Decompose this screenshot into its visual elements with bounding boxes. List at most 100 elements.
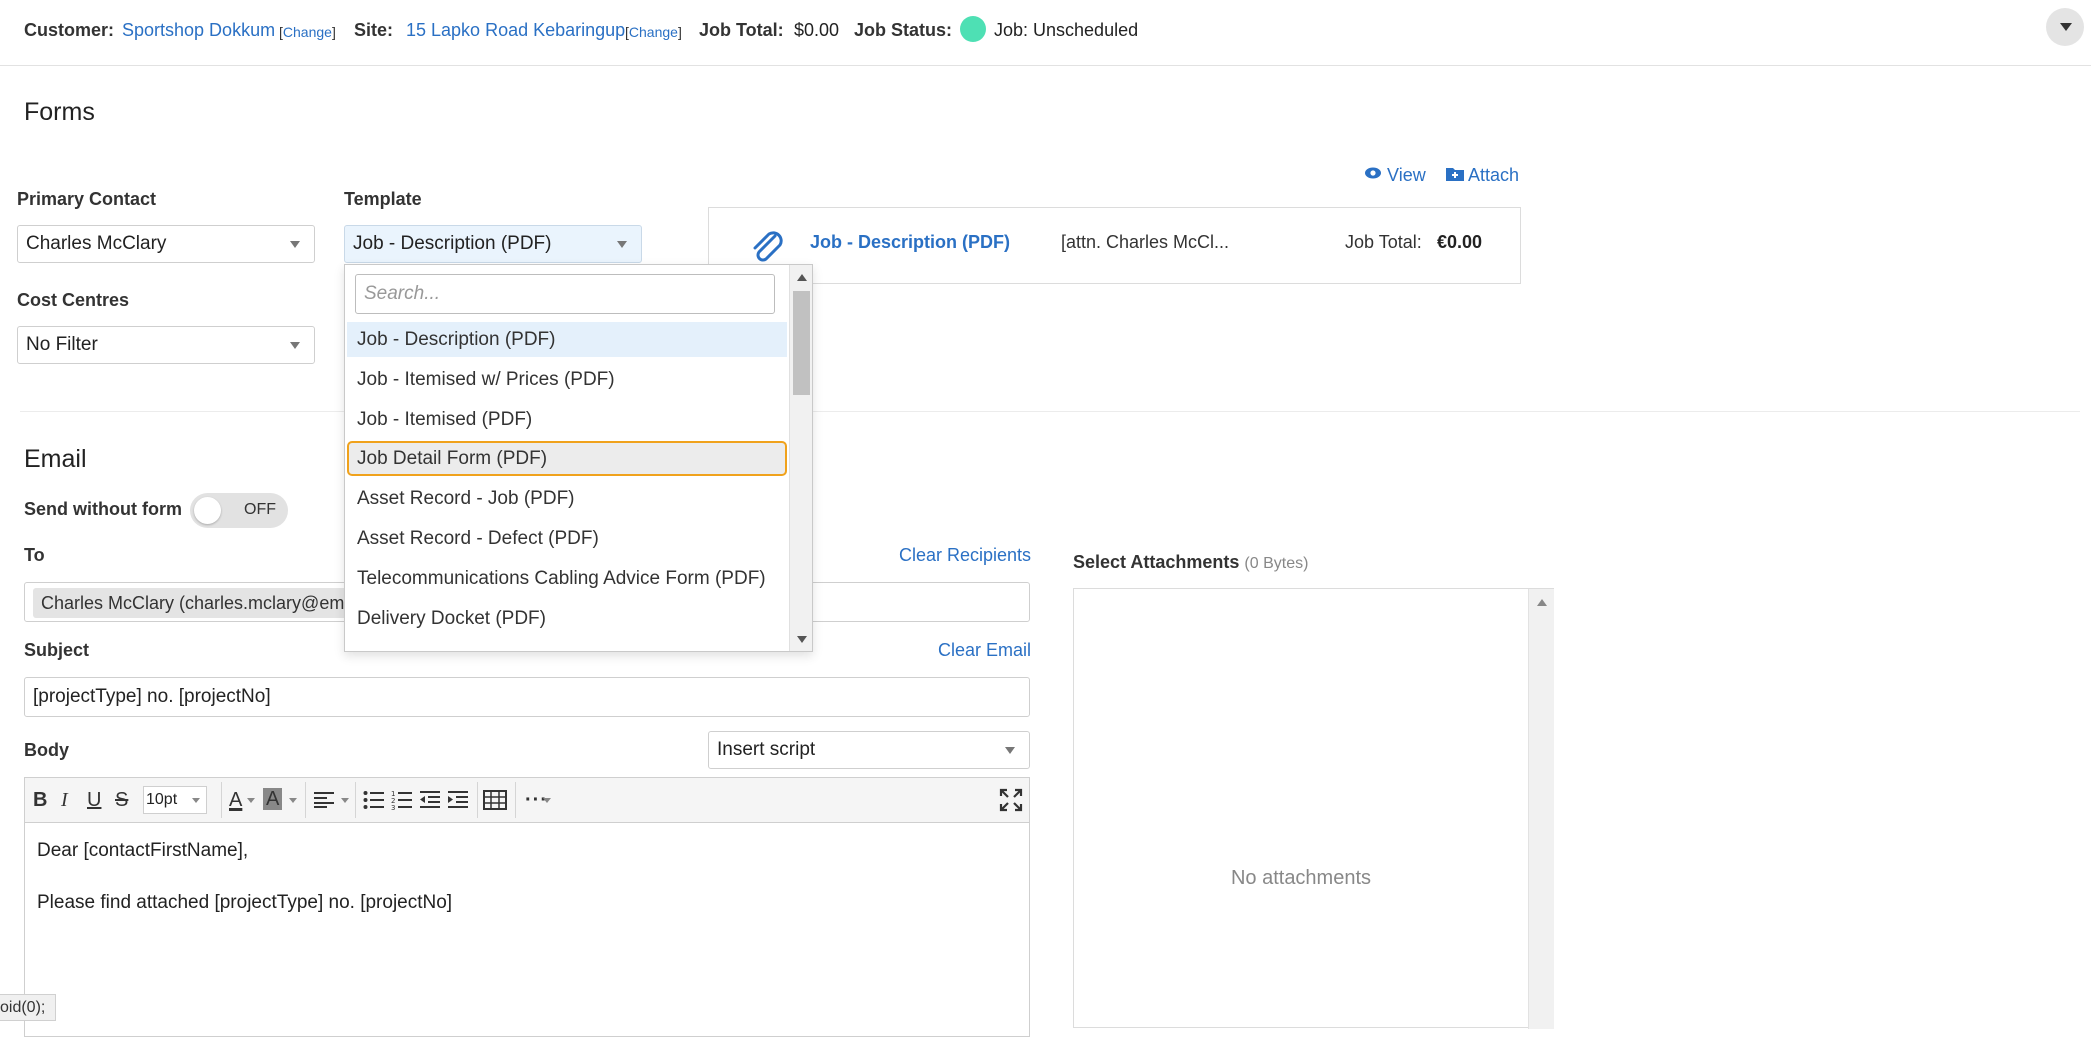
bold-icon[interactable]: B [33,788,47,812]
send-without-form-toggle[interactable]: OFF [190,493,288,528]
cost-centres-select[interactable]: No Filter [17,326,315,364]
insert-script-value: Insert script [717,739,816,760]
select-attachments-label: Select Attachments (0 Bytes) [1073,552,1309,572]
dropdown-option[interactable]: Asset Record - Defect (PDF) [347,521,787,556]
clear-email-link[interactable]: Clear Email [938,640,1031,661]
recipient-chip[interactable]: Charles McClary (charles.mclary@ema [33,588,363,618]
template-select[interactable]: Job - Description (PDF) [344,225,642,263]
dropdown-options: Job - Description (PDF) Job - Itemised w/… [345,320,789,651]
customer-label: Customer: [24,20,115,40]
underline-icon[interactable]: U [87,788,101,812]
primary-contact-label: Primary Contact [17,189,157,209]
job-status-label: Job Status: [854,20,953,40]
job-header: Customer: Sportshop Dokkum [Change] Site… [0,0,2091,66]
send-without-form-label: Send without form [24,499,182,519]
template-value: Job - Description (PDF) [353,233,552,254]
preview-form-name[interactable]: Job - Description (PDF) [810,232,1010,253]
toolbar-separator [477,782,478,818]
chevron-down-icon [290,241,300,248]
dropdown-option[interactable]: Job - Description (PDF) [347,322,787,357]
primary-contact-value: Charles McClary [26,233,167,254]
eye-icon [1365,167,1381,179]
chevron-down-icon [1005,747,1015,754]
scroll-up-icon[interactable] [797,274,807,281]
customer-change-link[interactable]: Change [283,24,332,40]
toggle-knob [194,497,221,524]
insert-script-select[interactable]: Insert script [708,731,1030,769]
view-button[interactable]: View [1364,165,1426,186]
font-size-select[interactable]: 10pt [143,786,207,814]
site-link[interactable]: 15 Lapko Road Kebaringup [406,19,625,41]
body-line: Dear [contactFirstName], [37,840,249,861]
job-status-value: Job: Unscheduled [994,20,1139,40]
clear-recipients-link[interactable]: Clear Recipients [899,545,1031,566]
highlight-color-icon[interactable]: A [263,788,283,810]
preview-total-value: €0.00 [1437,232,1483,252]
dropdown-option[interactable]: Asset Record - Job (PDF) [347,481,787,516]
toolbar-separator [515,782,516,818]
subject-input[interactable]: [projectType] no. [projectNo] [24,677,1030,717]
align-left-icon[interactable] [313,791,335,809]
form-preview-card[interactable]: Job - Description (PDF) [attn. Charles M… [708,207,1521,284]
template-label: Template [344,189,422,209]
dropdown-option[interactable]: Delivery Docket (PDF) [347,601,787,636]
primary-contact-select[interactable]: Charles McClary [17,225,315,263]
site-change: [Change] [625,24,682,40]
site-change-link[interactable]: Change [629,24,678,40]
subject-label: Subject [24,640,90,660]
status-dot-icon [960,16,986,42]
email-title: Email [24,445,87,473]
paperclip-icon [753,231,783,262]
dropdown-option[interactable]: Job - Itemised (PDF) [347,402,787,437]
to-label: To [24,545,45,565]
chevron-down-icon [192,798,200,803]
email-body-editor[interactable]: B I U S 10pt A A 123 ··· Dear [contactFi… [24,777,1030,1037]
indent-icon[interactable] [447,790,469,810]
dropdown-scrollbar[interactable] [789,265,812,651]
toolbar-separator [355,782,356,818]
dropdown-option[interactable]: Job Detail Form (PDF) [347,441,787,477]
job-total-value: $0.00 [794,20,840,40]
italic-icon[interactable]: I [61,788,68,812]
fullscreen-icon[interactable] [999,788,1023,812]
chevron-down-icon [247,798,255,803]
attachments-scrollbar[interactable] [1528,589,1554,1029]
customer-change: [Change] [279,24,336,40]
chevron-down-icon [543,798,551,803]
editor-content[interactable]: Dear [contactFirstName], Please find att… [37,838,452,942]
browser-status-bar: oid(0); [0,994,57,1021]
scroll-thumb[interactable] [793,291,810,395]
body-line: Please find attached [projectType] no. [… [37,892,453,913]
scroll-up-icon[interactable] [1537,599,1547,606]
dropdown-search-input[interactable]: Search... [355,274,775,314]
attachments-panel[interactable]: No attachments [1073,588,1554,1029]
preview-attn: [attn. Charles McCl... [1061,232,1230,252]
site-label: Site: [354,20,394,40]
numbered-list-icon[interactable]: 123 [391,790,413,810]
toggle-state: OFF [244,501,276,518]
text-color-icon[interactable]: A [221,788,242,812]
collapse-header-button[interactable] [2046,8,2084,46]
no-attachments-text: No attachments [1230,867,1372,889]
toolbar-separator [305,782,306,818]
chevron-down-icon [290,342,300,349]
preview-total-label: Job Total: [1345,232,1422,252]
chevron-down-icon [617,241,627,248]
attach-button[interactable]: Attach [1446,165,1519,186]
outdent-icon[interactable] [419,790,441,810]
strikethrough-icon[interactable]: S [115,788,128,812]
forms-title: Forms [24,98,95,126]
bullet-list-icon[interactable] [363,790,385,810]
cost-centres-label: Cost Centres [17,290,130,310]
template-dropdown: Search... Job - Description (PDF) Job - I… [344,264,813,652]
cost-centres-value: No Filter [26,334,98,355]
body-label: Body [24,740,69,760]
dropdown-option[interactable]: Telecommunications Cabling Advice Form (… [347,561,787,596]
table-icon[interactable] [483,790,507,810]
folder-plus-icon [1446,168,1464,181]
customer-link[interactable]: Sportshop Dokkum [122,19,275,41]
dropdown-option[interactable]: Job - Itemised w/ Prices (PDF) [347,362,787,397]
svg-text:3: 3 [391,804,395,810]
attachments-size: (0 Bytes) [1244,555,1309,572]
scroll-down-icon[interactable] [797,636,807,643]
